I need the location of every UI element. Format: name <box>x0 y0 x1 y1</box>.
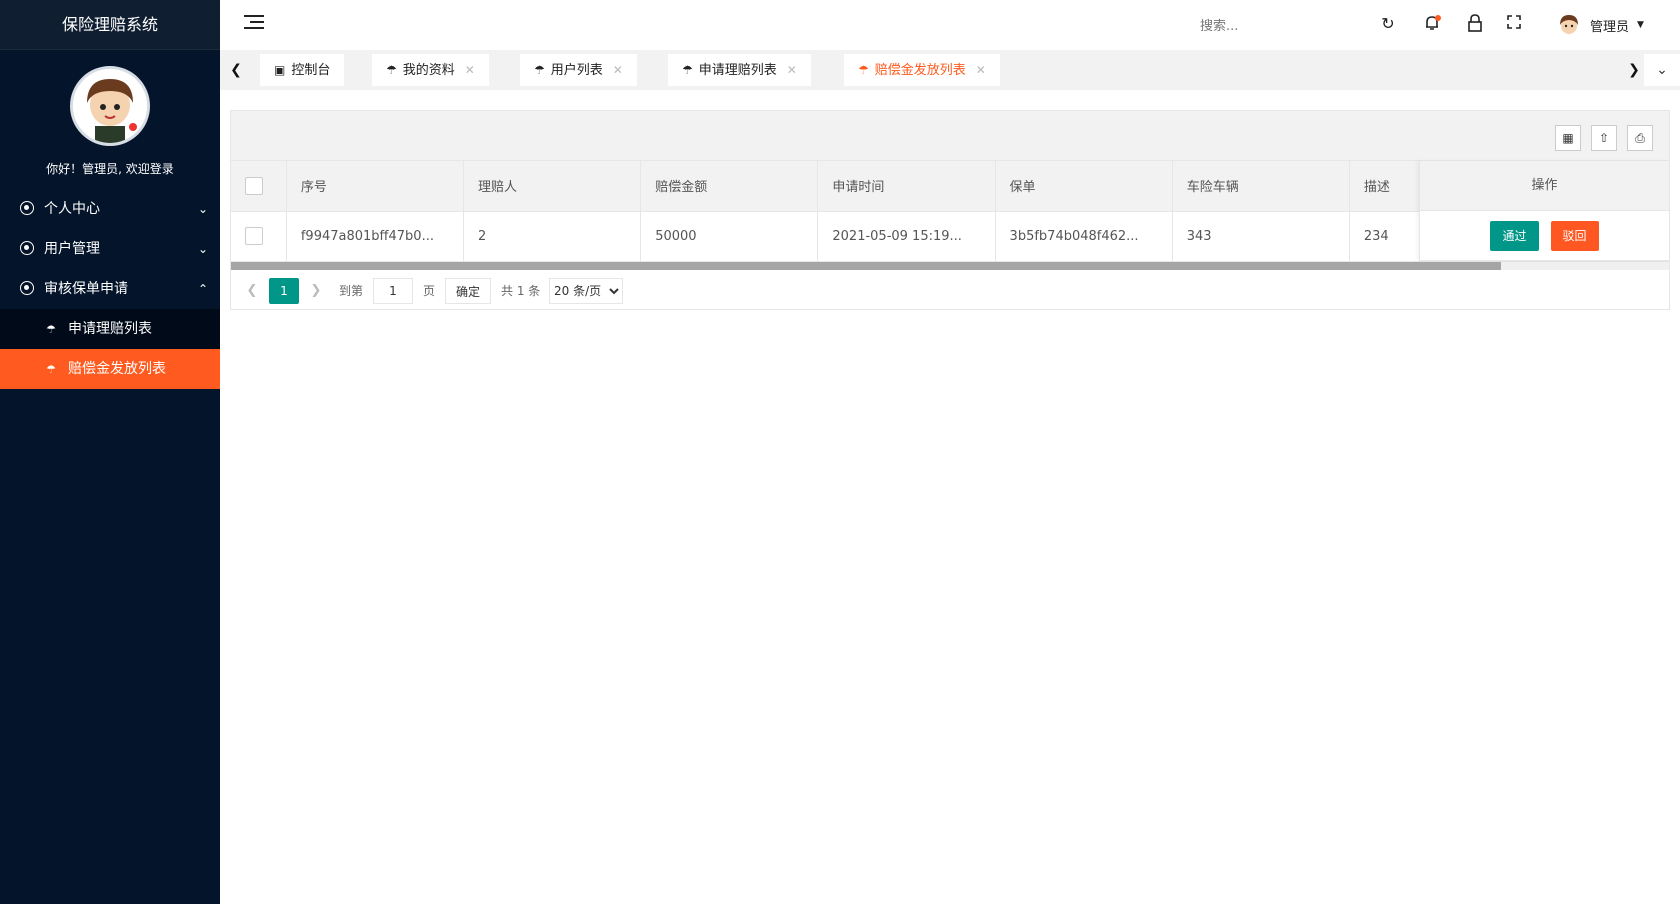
user-menu[interactable]: 管理员 ▼ <box>1556 12 1644 40</box>
sidebar-item-claim-list[interactable]: ☂ 申请理赔列表 <box>0 309 220 349</box>
print-icon[interactable]: ⎙ <box>1627 125 1653 151</box>
monitor-icon: ▣ <box>274 63 286 77</box>
umbrella-icon: ☂ <box>46 363 56 376</box>
column-header[interactable]: 保单 <box>995 161 1173 212</box>
umbrella-icon: ☂ <box>534 63 545 77</box>
column-header[interactable]: 理赔人 <box>463 161 642 212</box>
submenu: ☂ 申请理赔列表 ☂ 赔偿金发放列表 <box>0 309 220 389</box>
table-cell: 50000 <box>640 211 819 262</box>
menu-toggle-icon[interactable] <box>244 15 264 35</box>
sidebar-item-personal-center[interactable]: 个人中心 ⌄ <box>0 189 220 229</box>
sidebar-item-label: 个人中心 <box>44 201 100 217</box>
tab-label: 用户列表 <box>550 63 603 78</box>
caret-down-icon: ▼ <box>1637 20 1644 30</box>
column-header[interactable]: 申请时间 <box>817 161 996 212</box>
sidebar-subitem-label: 申请理赔列表 <box>68 321 152 337</box>
sidebar-item-label: 用户管理 <box>44 241 100 257</box>
sidebar-item-compensation-list[interactable]: ☂ 赔偿金发放列表 <box>0 349 220 389</box>
tab-label: 赔偿金发放列表 <box>874 63 966 78</box>
chevron-down-icon: ⌄ <box>197 202 208 216</box>
horizontal-scrollbar[interactable] <box>231 261 1669 270</box>
page-jump-input[interactable] <box>373 277 413 304</box>
close-icon[interactable]: ✕ <box>465 63 475 77</box>
fullscreen-icon[interactable] <box>1504 14 1524 34</box>
umbrella-icon: ☂ <box>386 63 397 77</box>
sidebar-item-user-management[interactable]: 用户管理 ⌄ <box>0 229 220 269</box>
umbrella-icon: ☂ <box>858 63 869 77</box>
ok-circle-icon <box>20 241 34 255</box>
umbrella-icon: ☂ <box>682 63 693 77</box>
export-icon[interactable]: ⇧ <box>1591 125 1617 151</box>
approve-button[interactable]: 通过 <box>1490 220 1539 251</box>
row-select-cell <box>231 211 287 262</box>
sidebar-item-review-applications[interactable]: 审核保单申请 ⌃ <box>0 269 220 309</box>
reject-button[interactable]: 驳回 <box>1550 220 1599 251</box>
row-actions: 通过 驳回 <box>1420 211 1669 261</box>
tab-my-profile[interactable]: ☂ 我的资料 ✕ <box>372 54 489 86</box>
tabs-menu-chevron-down-icon[interactable]: ⌄ <box>1644 54 1680 86</box>
sidebar-subitem-label: 赔偿金发放列表 <box>68 361 166 377</box>
table-cell: 2 <box>463 211 642 262</box>
column-header[interactable]: 序号 <box>286 161 465 212</box>
ok-circle-icon <box>20 281 34 295</box>
table-panel: ▦ ⇧ ⎙ 序号 理赔人 赔偿金额 申请时间 保单 车险车辆 描述 f9947a… <box>230 110 1670 310</box>
app-title: 保险理赔系统 <box>0 0 220 50</box>
scrollbar-thumb[interactable] <box>231 261 1501 270</box>
bell-icon[interactable] <box>1422 14 1442 34</box>
lock-icon[interactable] <box>1465 14 1485 34</box>
total-count: 共 1 条 <box>501 283 541 298</box>
table-toolbar: ▦ ⇧ ⎙ <box>231 111 1669 161</box>
pagination: ❮ 1 ❯ 到第 页 确定 共 1 条 20 条/页 <box>231 270 1669 310</box>
chevron-down-icon: ⌄ <box>197 242 208 256</box>
table-cell: f9947a801bff47b0... <box>286 211 465 262</box>
column-header[interactable]: 赔偿金额 <box>640 161 819 212</box>
page-jump-confirm-button[interactable]: 确定 <box>445 277 491 304</box>
column-header-actions: 操作 <box>1420 161 1669 211</box>
page-unit-label: 页 <box>423 283 436 298</box>
table-cell: 2021-05-09 15:19... <box>817 211 996 262</box>
tabs-scroll-right-icon[interactable]: ❯ <box>1622 58 1646 82</box>
page-size-select[interactable]: 20 条/页 <box>549 277 623 304</box>
sidebar: 保险理赔系统 你好！管理员, 欢迎登录 个人中心 ⌄ 用户管理 ⌄ 审核保单申请… <box>0 0 220 904</box>
page-number-current[interactable]: 1 <box>269 277 299 304</box>
search-input[interactable] <box>1200 15 1320 37</box>
next-page-icon[interactable]: ❯ <box>303 278 329 304</box>
table-cell: 343 <box>1172 211 1350 262</box>
table-cell: 3b5fb74b048f462... <box>995 211 1173 262</box>
user-name: 管理员 <box>1590 19 1630 35</box>
sidebar-menu: 个人中心 ⌄ 用户管理 ⌄ 审核保单申请 ⌃ ☂ 申请理赔列表 ☂ 赔偿金发放列表 <box>0 189 220 389</box>
row-checkbox[interactable] <box>245 227 263 245</box>
tabs-scroll-left-icon[interactable]: ❮ <box>224 58 248 82</box>
column-header[interactable]: 车险车辆 <box>1172 161 1350 212</box>
tab-dashboard[interactable]: ▣ 控制台 <box>260 54 345 86</box>
notification-dot <box>1435 15 1441 21</box>
select-all-checkbox[interactable] <box>245 176 263 195</box>
welcome-text: 你好！管理员, 欢迎登录 <box>46 162 174 176</box>
tab-compensation-list[interactable]: ☂ 赔偿金发放列表 ✕ <box>844 54 1000 86</box>
goto-label: 到第 <box>339 283 364 298</box>
fixed-action-column: 操作 通过 驳回 <box>1419 161 1669 261</box>
sidebar-item-label: 审核保单申请 <box>44 281 128 297</box>
close-icon[interactable]: ✕ <box>976 63 986 77</box>
refresh-icon[interactable]: ↻ <box>1378 14 1398 34</box>
close-icon[interactable]: ✕ <box>787 63 797 77</box>
close-icon[interactable]: ✕ <box>613 63 623 77</box>
tabs-bar: ❮ ▣ 控制台 ☂ 我的资料 ✕ ☂ 用户列表 ✕ ☂ 申请理赔列表 ✕ ☂ 赔偿金发放列表 ✕ … <box>220 50 1680 90</box>
avatar[interactable] <box>70 66 150 146</box>
tab-label: 申请理赔列表 <box>698 63 777 78</box>
columns-filter-icon[interactable]: ▦ <box>1555 125 1581 151</box>
tab-label: 我的资料 <box>402 63 455 78</box>
umbrella-icon: ☂ <box>46 323 56 336</box>
tab-claim-list[interactable]: ☂ 申请理赔列表 ✕ <box>668 54 811 86</box>
tab-label: 控制台 <box>291 63 331 78</box>
top-header: ↻ 管理员 ▼ <box>220 0 1680 50</box>
ok-circle-icon <box>20 201 34 215</box>
prev-page-icon[interactable]: ❮ <box>239 278 265 304</box>
select-all-cell <box>231 161 287 212</box>
user-block: 你好！管理员, 欢迎登录 <box>0 50 220 177</box>
avatar <box>1556 12 1582 38</box>
chevron-up-icon: ⌃ <box>197 282 208 296</box>
tab-user-list[interactable]: ☂ 用户列表 ✕ <box>520 54 637 86</box>
